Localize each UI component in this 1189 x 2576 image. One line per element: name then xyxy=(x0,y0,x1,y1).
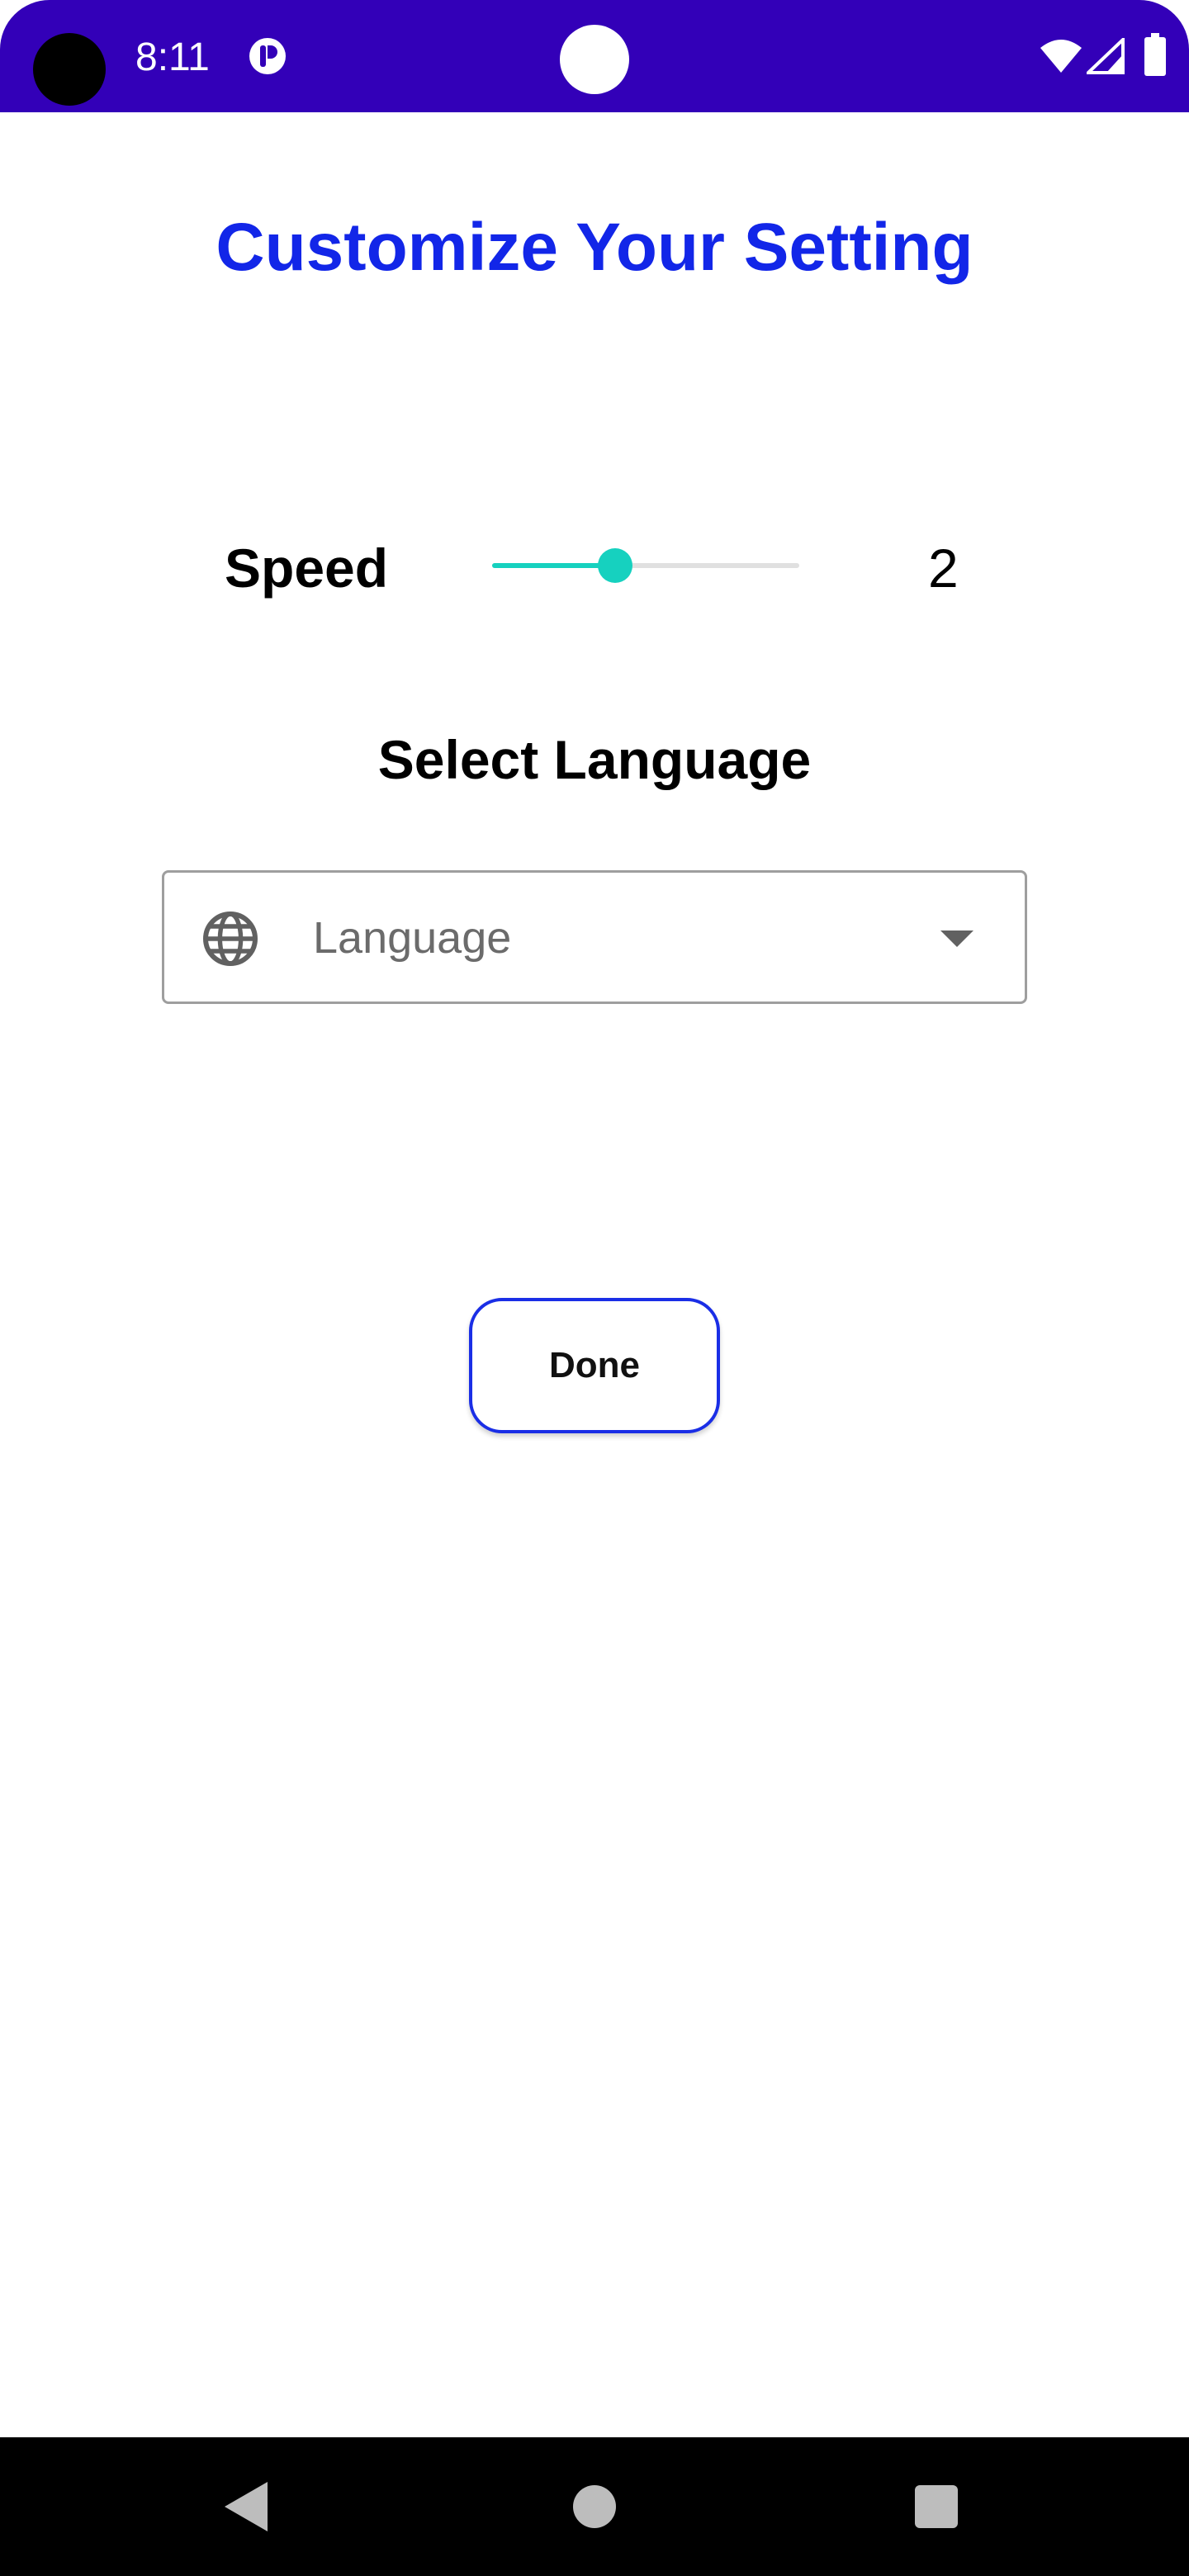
language-dropdown[interactable]: Language xyxy=(162,870,1027,1004)
speed-label: Speed xyxy=(225,537,389,599)
camera-cutout xyxy=(33,33,106,106)
globe-icon xyxy=(203,912,258,966)
done-button[interactable]: Done xyxy=(469,1298,720,1433)
dropdown-arrow-icon xyxy=(940,930,973,947)
speed-slider[interactable] xyxy=(492,542,799,591)
page-title: Customize Your Setting xyxy=(216,210,973,285)
status-center-indicator xyxy=(560,25,629,94)
language-placeholder: Language xyxy=(313,913,512,963)
slider-thumb[interactable] xyxy=(598,548,632,583)
battery-icon xyxy=(1144,33,1166,76)
settings-screen: 8:11 Customize Your Setting Speed 2 Sele… xyxy=(0,0,1189,2576)
back-icon[interactable] xyxy=(225,2482,268,2531)
select-language-heading: Select Language xyxy=(377,729,812,790)
wifi-icon xyxy=(1040,40,1082,73)
status-time: 8:11 xyxy=(135,36,210,79)
home-icon[interactable] xyxy=(573,2485,616,2528)
status-bar: 8:11 xyxy=(0,0,1189,112)
navigation-bar xyxy=(0,2437,1189,2576)
slider-active-track xyxy=(492,563,615,568)
signal-icon xyxy=(1087,38,1125,74)
app-notification-icon xyxy=(249,38,286,74)
speed-value: 2 xyxy=(928,537,959,599)
recents-icon[interactable] xyxy=(915,2485,958,2528)
